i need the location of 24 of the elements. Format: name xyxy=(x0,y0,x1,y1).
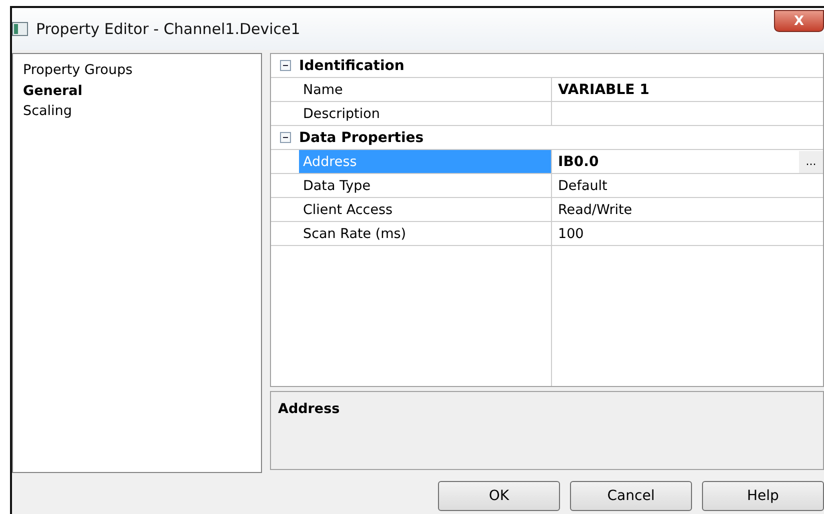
category-label: Identification xyxy=(299,58,404,74)
property-value: IB0.0 xyxy=(558,154,599,170)
window-title: Property Editor - Channel1.Device1 xyxy=(36,20,300,38)
property-name[interactable]: Description xyxy=(299,102,552,125)
dialog-button[interactable]: OK xyxy=(438,481,560,511)
property-value: 100 xyxy=(558,226,584,242)
property-name[interactable]: Name xyxy=(299,78,552,101)
minus-icon[interactable] xyxy=(280,132,290,143)
group-item[interactable]: Scaling xyxy=(13,101,261,121)
property-name[interactable]: Scan Rate (ms) xyxy=(299,222,552,245)
property-name[interactable]: Client Access xyxy=(299,198,552,221)
panel-header: Property Groups xyxy=(22,61,134,80)
dialog-button[interactable]: Cancel xyxy=(570,481,692,511)
browse-button[interactable]: ... xyxy=(799,150,823,172)
help-title: Address xyxy=(278,401,340,417)
property-value: Default xyxy=(558,178,608,194)
property-name[interactable]: Data Type xyxy=(299,174,552,197)
app-icon xyxy=(12,22,28,36)
property-value: Read/Write xyxy=(558,202,632,218)
dialog-button[interactable]: Help xyxy=(702,481,824,511)
category-label: Data Properties xyxy=(299,130,424,146)
group-item[interactable]: General xyxy=(13,81,261,101)
minus-icon[interactable] xyxy=(280,60,290,71)
property-value: VARIABLE 1 xyxy=(558,82,650,98)
